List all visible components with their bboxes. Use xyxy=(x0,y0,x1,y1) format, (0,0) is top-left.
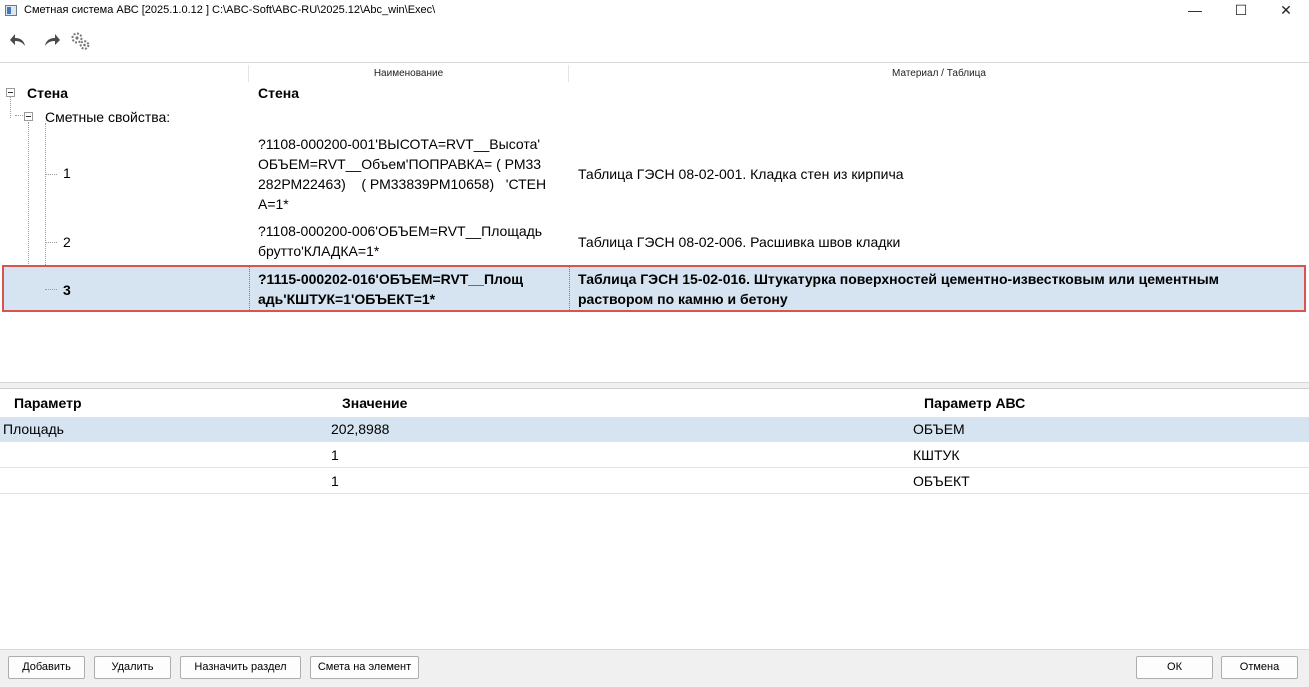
item-name-line: ?1108-000200-001'ВЫСОТА=RVT__Высота' xyxy=(258,136,541,152)
item-name: ?1108-000200-001'ВЫСОТА=RVT__Высота' ОБЪ… xyxy=(258,134,568,214)
gears-icon[interactable] xyxy=(68,29,92,53)
tree-row-item[interactable]: 2 ?1108-000200-006'ОБЪЕМ=RVT__Площадь бр… xyxy=(0,218,1309,262)
item-material-line: Таблица ГЭСН 15-02-016. Штукатурка повер… xyxy=(578,271,1220,287)
window-title: Сметная система АВС [2025.1.0.12 ] C:\AB… xyxy=(24,4,436,16)
collapse-icon[interactable] xyxy=(6,88,15,97)
column-header-name[interactable]: Наименование xyxy=(249,65,569,82)
assign-section-button[interactable]: Назначить раздел xyxy=(180,656,301,679)
redo-icon[interactable] xyxy=(40,29,62,53)
parameters-table[interactable]: Параметр Значение Параметр АВС Площадь 2… xyxy=(0,389,1309,647)
button-bar: Добавить Удалить Назначить раздел Смета … xyxy=(0,649,1309,687)
table-row[interactable]: 1 КШТУК xyxy=(0,443,1309,468)
toolbar xyxy=(0,26,1309,58)
item-name-line: 282РМ22463) ( РМ33839РМ10658) 'СТЕН xyxy=(258,176,547,192)
item-material: Таблица ГЭСН 15-02-016. Штукатурка повер… xyxy=(578,269,1306,309)
param-abc[interactable]: ОБЪЕМ xyxy=(913,421,965,437)
tree-header-blank xyxy=(0,65,249,82)
item-name-line: ОБЪЕМ=RVT__Объем'ПОПРАВКА= ( РМ33 xyxy=(258,156,542,172)
undo-icon[interactable] xyxy=(8,29,30,53)
add-button[interactable]: Добавить xyxy=(8,656,85,679)
table-row[interactable]: Площадь 202,8988 ОБЪЕМ xyxy=(0,417,1309,442)
item-material: Таблица ГЭСН 08-02-006. Расшивка швов кл… xyxy=(578,234,901,250)
column-header-material[interactable]: Материал / Таблица xyxy=(569,65,1309,82)
cancel-button[interactable]: Отмена xyxy=(1221,656,1298,679)
item-name: ?1108-000200-006'ОБЪЕМ=RVT__Площадь брут… xyxy=(258,221,568,261)
param-value[interactable]: 1 xyxy=(331,473,339,489)
column-header-parameter[interactable]: Параметр xyxy=(14,395,82,411)
collapse-icon[interactable] xyxy=(24,112,33,121)
app-icon xyxy=(5,5,17,16)
item-name-line: ?1115-000202-016'ОБЪЕМ=RVT__Площ xyxy=(258,271,524,287)
param-name: Площадь xyxy=(3,421,64,437)
tree-row-item[interactable]: 1 ?1108-000200-001'ВЫСОТА=RVT__Высота' О… xyxy=(0,132,1309,212)
item-name-line: А=1* xyxy=(258,196,289,212)
tree-row-item[interactable]: 3 ?1115-000202-016'ОБЪЕМ=RVT__Площ адь'К… xyxy=(0,265,1309,312)
maximize-button[interactable]: ☐ xyxy=(1218,0,1264,22)
item-number: 2 xyxy=(63,234,71,250)
table-row[interactable]: 1 ОБЪЕКТ xyxy=(0,469,1309,494)
estimate-tree[interactable]: Наименование Материал / Таблица Стена Ст… xyxy=(0,62,1309,383)
tree-group-label: Сметные свойства: xyxy=(45,109,171,125)
param-value[interactable]: 1 xyxy=(331,447,339,463)
tree-row-root[interactable]: Стена Стена xyxy=(0,82,1309,104)
title-bar: Сметная система АВС [2025.1.0.12 ] C:\AB… xyxy=(0,0,1309,22)
item-number: 1 xyxy=(63,165,71,181)
tree-row-group[interactable]: Сметные свойства: xyxy=(0,106,1309,128)
item-material: Таблица ГЭСН 08-02-001. Кладка стен из к… xyxy=(578,166,904,182)
tree-line xyxy=(45,289,57,290)
minimize-button[interactable]: — xyxy=(1172,0,1218,22)
param-abc[interactable]: КШТУК xyxy=(913,447,960,463)
item-material-line: раствором по камню и бетону xyxy=(578,291,788,307)
item-name-line: брутто'КЛАДКА=1* xyxy=(258,243,380,259)
item-name-line: адь'КШТУК=1'ОБЪЕКТ=1* xyxy=(258,291,436,307)
tree-node-name: Стена xyxy=(258,85,299,101)
tree-node-label: Стена xyxy=(27,85,68,101)
column-header-value[interactable]: Значение xyxy=(342,395,407,411)
param-value[interactable]: 202,8988 xyxy=(331,421,389,437)
estimate-element-button[interactable]: Смета на элемент xyxy=(310,656,419,679)
item-name: ?1115-000202-016'ОБЪЕМ=RVT__Площ адь'КШТ… xyxy=(258,269,568,309)
item-name-line: ?1108-000200-006'ОБЪЕМ=RVT__Площадь xyxy=(258,223,543,239)
ok-button[interactable]: ОК xyxy=(1136,656,1213,679)
param-abc[interactable]: ОБЪЕКТ xyxy=(913,473,970,489)
column-header-abc-parameter[interactable]: Параметр АВС xyxy=(924,395,1025,411)
item-number: 3 xyxy=(63,282,71,298)
delete-button[interactable]: Удалить xyxy=(94,656,171,679)
close-button[interactable]: ✕ xyxy=(1263,0,1309,22)
